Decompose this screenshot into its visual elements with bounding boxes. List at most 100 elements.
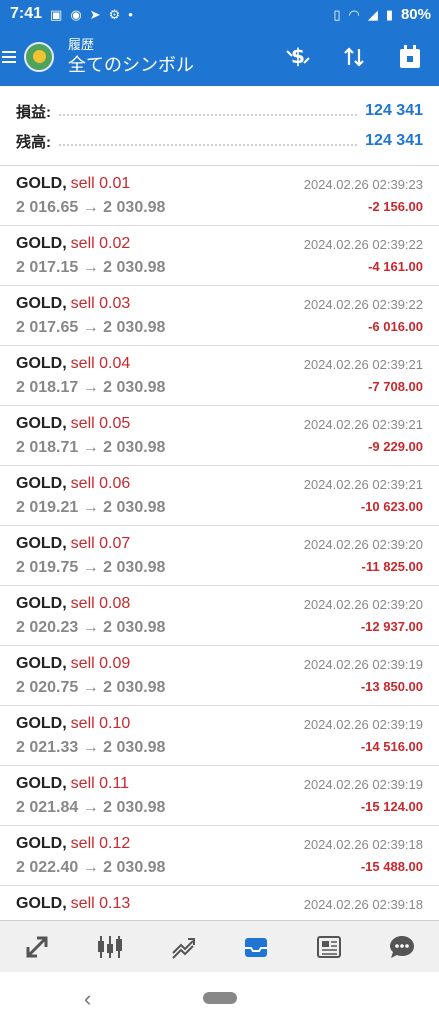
news-icon[interactable]	[309, 927, 349, 967]
trade-title: GOLD, sell 0.05	[16, 415, 165, 433]
trade-symbol: GOLD,	[16, 534, 67, 552]
trade-row[interactable]: GOLD, sell 0.06 2 019.21 → 2 030.98 2024…	[0, 466, 439, 526]
trade-symbol: GOLD,	[16, 774, 67, 792]
app-notification-icon: ⚙	[108, 6, 121, 22]
trade-row-right: 2024.02.26 02:39:20 -11 825.00	[304, 526, 423, 585]
trade-row[interactable]: GOLD, sell 0.04 2 018.17 → 2 030.98 2024…	[0, 346, 439, 406]
trade-time: 2024.02.26 02:39:21	[303, 416, 423, 432]
trade-icon[interactable]	[163, 927, 203, 967]
trade-side: sell 0.13	[70, 894, 131, 912]
trade-row-left: GOLD, sell 0.11 2 021.84 → 2 030.98	[16, 766, 165, 825]
calendar-icon[interactable]	[395, 42, 425, 72]
image-notification-icon: ▣	[50, 6, 63, 22]
trade-profit: -11 825.00	[361, 558, 423, 574]
trade-row[interactable]: GOLD, sell 0.11 2 021.84 → 2 030.98 2024…	[0, 766, 439, 826]
trade-row-left: GOLD, sell 0.08 2 020.23 → 2 030.98	[16, 586, 165, 645]
trade-profit: -15 124.00	[360, 798, 423, 814]
trade-row-right: 2024.02.26 02:39:19 -14 516.00	[304, 706, 423, 765]
trade-title: GOLD, sell 0.02	[16, 235, 165, 253]
trade-row[interactable]: GOLD, sell 0.13 2 022.97 → 2 030.98 2024…	[0, 886, 439, 921]
trade-prices: 2 019.21 → 2 030.98	[16, 498, 166, 516]
trade-prices: 2 017.15 → 2 030.98	[16, 258, 166, 276]
trade-row[interactable]: GOLD, sell 0.03 2 017.65 → 2 030.98 2024…	[0, 286, 439, 346]
trade-row-right: 2024.02.26 02:39:18 -15 664.00	[304, 886, 423, 921]
balance-label: 残高:	[16, 133, 51, 151]
trade-row-left: GOLD, sell 0.05 2 018.71 → 2 030.98	[16, 406, 165, 465]
sort-icon[interactable]	[339, 42, 369, 72]
trade-prices: 2 021.33 → 2 030.98	[16, 738, 166, 756]
trade-row-right: 2024.02.26 02:39:20 -12 937.00	[304, 586, 423, 645]
trade-symbol: GOLD,	[16, 714, 67, 732]
trade-row[interactable]: GOLD, sell 0.10 2 021.33 → 2 030.98 2024…	[0, 706, 439, 766]
trade-side: sell 0.09	[70, 654, 131, 672]
trade-row-left: GOLD, sell 0.13 2 022.97 → 2 030.98	[16, 886, 165, 921]
trade-title: GOLD, sell 0.11	[16, 775, 165, 793]
chart-icon[interactable]	[90, 927, 130, 967]
deposit-filter-icon[interactable]: $	[283, 42, 313, 72]
trade-row[interactable]: GOLD, sell 0.01 2 016.65 → 2 030.98 2024…	[0, 166, 439, 226]
messages-icon[interactable]	[382, 927, 422, 967]
trade-profit: -10 623.00	[360, 498, 423, 514]
trade-row[interactable]: GOLD, sell 0.08 2 020.23 → 2 030.98 2024…	[0, 586, 439, 646]
trade-title: GOLD, sell 0.06	[16, 475, 165, 493]
trade-prices: 2 022.40 → 2 030.98	[16, 858, 166, 876]
trade-title: GOLD, sell 0.12	[16, 835, 165, 853]
trade-row[interactable]: GOLD, sell 0.12 2 022.40 → 2 030.98 2024…	[0, 826, 439, 886]
trade-title: GOLD, sell 0.10	[16, 715, 165, 733]
trade-row-right: 2024.02.26 02:39:19 -13 850.00	[304, 646, 423, 705]
profit-label: 損益:	[16, 103, 51, 121]
trade-row[interactable]: GOLD, sell 0.09 2 020.75 → 2 030.98 2024…	[0, 646, 439, 706]
trade-profit: -7 708.00	[368, 378, 423, 394]
trade-side: sell 0.02	[70, 234, 131, 252]
home-pill[interactable]	[202, 992, 237, 1004]
trade-row-left: GOLD, sell 0.06 2 019.21 → 2 030.98	[16, 466, 165, 525]
trade-symbol: GOLD,	[16, 474, 67, 492]
signal-icon: ◢	[367, 6, 378, 22]
trade-row-right: 2024.02.26 02:39:21 -7 708.00	[304, 346, 423, 405]
back-icon[interactable]: ‹	[84, 986, 91, 1012]
trade-side: sell 0.01	[70, 174, 131, 192]
trade-side: sell 0.03	[70, 294, 131, 312]
trade-side: sell 0.05	[70, 414, 131, 432]
trade-row[interactable]: GOLD, sell 0.02 2 017.15 → 2 030.98 2024…	[0, 226, 439, 286]
profit-value: 124 341	[365, 102, 423, 119]
title-block[interactable]: 履歴 全てのシンボル	[68, 37, 194, 77]
trade-row-right: 2024.02.26 02:39:23 -2 156.00	[304, 166, 423, 225]
trade-row-left: GOLD, sell 0.09 2 020.75 → 2 030.98	[16, 646, 165, 705]
trade-side: sell 0.10	[70, 714, 131, 732]
dotted-leader	[59, 106, 358, 116]
trade-row[interactable]: GOLD, sell 0.05 2 018.71 → 2 030.98 2024…	[0, 406, 439, 466]
history-icon[interactable]	[236, 927, 276, 967]
trade-time: 2024.02.26 02:39:22	[303, 296, 423, 312]
quotes-icon[interactable]	[17, 927, 57, 967]
trade-symbol: GOLD,	[16, 174, 67, 192]
trade-time: 2024.02.26 02:39:23	[303, 176, 423, 192]
trade-symbol: GOLD,	[16, 414, 67, 432]
trade-time: 2024.02.26 02:39:21	[303, 476, 423, 492]
trade-row-right: 2024.02.26 02:39:22 -4 161.00	[304, 226, 423, 285]
dotted-leader	[59, 136, 358, 146]
trade-profit: -6 016.00	[368, 318, 423, 334]
app-logo	[24, 42, 54, 72]
trade-row-left: GOLD, sell 0.01 2 016.65 → 2 030.98	[16, 166, 165, 225]
trade-list[interactable]: GOLD, sell 0.01 2 016.65 → 2 030.98 2024…	[0, 166, 439, 920]
trade-prices: 2 020.23 → 2 030.98	[16, 618, 166, 636]
trade-time: 2024.02.26 02:39:20	[303, 536, 423, 552]
battery-icon: ▮	[385, 6, 393, 22]
trade-symbol: GOLD,	[16, 234, 67, 252]
trade-prices: 2 018.17 → 2 030.98	[16, 378, 166, 396]
status-right: ▯ ◠ ◢ ▮ 80%	[333, 6, 431, 23]
trade-side: sell 0.04	[70, 354, 131, 372]
app-bar: 履歴 全てのシンボル $	[0, 28, 439, 86]
menu-icon[interactable]	[2, 51, 16, 63]
summary-panel: 損益: 124 341 残高: 124 341	[0, 86, 439, 166]
trade-side: sell 0.08	[70, 594, 131, 612]
trade-prices: 2 016.65 → 2 030.98	[16, 198, 166, 216]
status-left: 7:41 ▣ ◉ ➤ ⚙ •	[10, 5, 133, 23]
battery-level: 80%	[400, 5, 431, 23]
trade-profit: -14 516.00	[360, 738, 423, 754]
trade-row[interactable]: GOLD, sell 0.07 2 019.75 → 2 030.98 2024…	[0, 526, 439, 586]
trade-row-right: 2024.02.26 02:39:18 -15 488.00	[304, 826, 423, 885]
page-title: 全てのシンボル	[68, 55, 194, 75]
trade-prices: 2 019.75 → 2 030.98	[16, 558, 166, 576]
